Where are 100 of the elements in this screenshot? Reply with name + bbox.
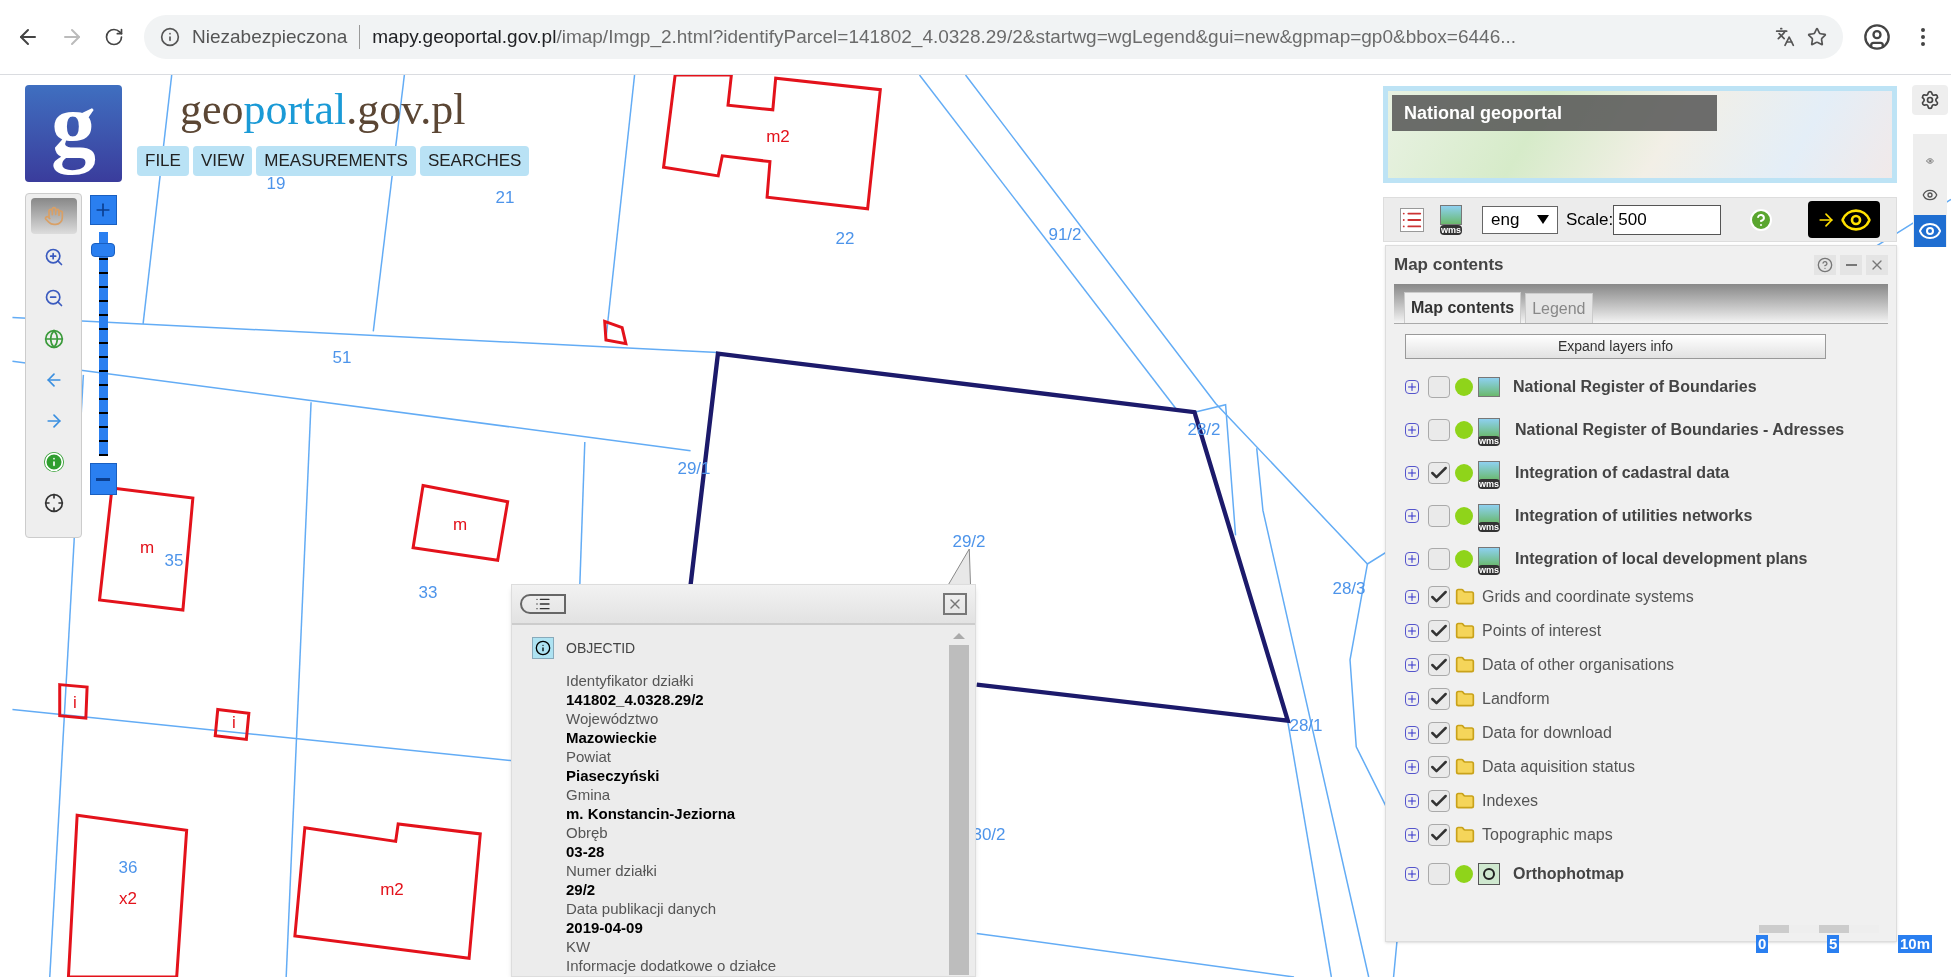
zoom-in-button[interactable] [89, 195, 117, 225]
layer-checkbox[interactable] [1428, 375, 1450, 398]
close-button[interactable] [1866, 255, 1888, 275]
expand-icon[interactable] [1405, 794, 1419, 808]
scale-label: Scale: [1566, 208, 1614, 231]
expand-icon[interactable] [1405, 760, 1419, 774]
field-label: Numer działki [566, 861, 658, 880]
parcel-label: 51 [332, 348, 352, 366]
layer-label: National Register of Boundaries [1513, 376, 1757, 397]
expand-icon[interactable] [1405, 866, 1419, 881]
layer-checkbox[interactable] [1428, 756, 1450, 778]
building-label: m [139, 538, 155, 556]
menu-item[interactable]: MEASUREMENTS [256, 146, 416, 176]
language-select[interactable]: eng [1482, 205, 1558, 234]
overview-map[interactable]: National geoportal [1383, 86, 1897, 183]
star-icon[interactable] [1807, 27, 1827, 47]
layer-checkbox[interactable] [1428, 824, 1450, 846]
expand-icon[interactable] [1405, 624, 1419, 638]
image-icon [1478, 376, 1500, 397]
expand-icon[interactable] [1405, 551, 1419, 566]
wms-badge: wms [1478, 521, 1500, 532]
field-value: 03-28 [566, 842, 606, 861]
layer-label: Points of interest [1482, 621, 1602, 641]
layer-checkbox[interactable] [1428, 586, 1450, 608]
layer-label: Integration of utilities networks [1515, 505, 1753, 526]
layer-checkbox[interactable] [1428, 688, 1450, 710]
expand-icon[interactable] [1405, 726, 1419, 740]
minus-icon [96, 477, 110, 481]
building-label: m2 [766, 127, 790, 145]
profile-icon[interactable] [1863, 23, 1891, 51]
identify-toggle-button[interactable] [1808, 201, 1880, 238]
settings-button[interactable] [1912, 85, 1948, 115]
parcel-label: 35 [164, 551, 184, 569]
panel-tab[interactable]: Map contents [1404, 292, 1522, 323]
folder-icon [1455, 791, 1475, 811]
layer-checkbox[interactable] [1428, 620, 1450, 642]
parcel-label: 19 [266, 174, 286, 192]
layer-label: Topographic maps [1482, 825, 1613, 845]
expand-icon[interactable] [1405, 422, 1419, 437]
expand-icon[interactable] [1405, 828, 1419, 842]
camera-icon [1478, 862, 1500, 885]
building-label: i [232, 713, 236, 731]
scale-input[interactable]: 500 [1613, 204, 1722, 235]
expand-icon[interactable] [1405, 658, 1419, 672]
zoom-out-icon [43, 288, 64, 308]
list-icon [535, 596, 551, 612]
building-label: m2 [380, 880, 404, 898]
layer-checkbox[interactable] [1428, 547, 1450, 570]
layer-checkbox[interactable] [1428, 722, 1450, 744]
minimize-button[interactable] [1840, 255, 1862, 275]
folder-icon [1455, 587, 1475, 607]
parcel-label: 91/2 [1048, 225, 1082, 243]
eye-button[interactable] [1914, 215, 1946, 247]
expand-icon[interactable] [1405, 379, 1419, 394]
zoom-out-button[interactable] [89, 463, 117, 495]
list-icon[interactable] [1400, 207, 1424, 232]
folder-icon [1455, 825, 1475, 845]
globe-icon [43, 329, 64, 349]
layer-checkbox[interactable] [1428, 461, 1450, 484]
wms-badge: wms [1478, 564, 1500, 575]
layer-checkbox[interactable] [1428, 862, 1450, 885]
logo-tile[interactable]: g [25, 85, 122, 182]
help-icon[interactable] [1749, 207, 1774, 232]
layer-label: Orthophotmap [1513, 863, 1625, 884]
layer-checkbox[interactable] [1428, 504, 1450, 527]
expand-icon[interactable] [1405, 465, 1419, 480]
overview-title: National geoportal [1392, 95, 1717, 131]
translate-icon[interactable] [1775, 27, 1795, 47]
field-value: 141802_4.0328.29/2 [566, 690, 705, 709]
parcel-label: 36 [118, 858, 138, 876]
layer-label: Integration of local development plans [1515, 548, 1808, 569]
menu-item[interactable]: FILE [137, 146, 189, 176]
layer-checkbox[interactable] [1428, 418, 1450, 441]
layer-checkbox[interactable] [1428, 654, 1450, 676]
field-label: Obręb [566, 823, 609, 842]
zoom-in-icon [43, 247, 64, 267]
parcel-label: 21 [495, 188, 515, 206]
field-value: 29/2 [566, 880, 597, 899]
address-bar[interactable]: Niezabezpieczona mapy.geoportal.gov.pl/imap/Imgp_2.html?identifyParcel=141802_4.0328.29/2&startwg=wgLegend&gui=new&gpmap=gp0&bbox=6446... [144, 15, 1843, 59]
layer-checkbox[interactable] [1428, 790, 1450, 812]
image-icon [1440, 204, 1462, 225]
layer-label: Integration of cadastral data [1515, 462, 1730, 483]
minimize-icon [1845, 264, 1857, 266]
back-to-list-button[interactable] [520, 594, 566, 614]
help-button[interactable] [1814, 255, 1836, 275]
expand-icon[interactable] [1405, 590, 1419, 604]
expand-icon[interactable] [1405, 508, 1419, 523]
crosshair-icon [43, 493, 64, 513]
menu-item[interactable]: VIEW [192, 146, 253, 176]
layer-label: Indexes [1482, 791, 1539, 811]
info-icon [160, 27, 180, 47]
close-button[interactable] [943, 593, 967, 615]
field-value: m. Konstancin-Jeziorna [566, 804, 737, 823]
popup-scrollbar[interactable] [949, 633, 969, 975]
reload-button[interactable] [104, 27, 124, 47]
dropdown-caret-icon [1537, 215, 1549, 224]
menu-item[interactable]: SEARCHES [419, 146, 530, 176]
expand-layers-button[interactable]: Expand layers info [1405, 334, 1826, 359]
parcel-label: 33 [418, 583, 438, 601]
expand-icon[interactable] [1405, 692, 1419, 706]
